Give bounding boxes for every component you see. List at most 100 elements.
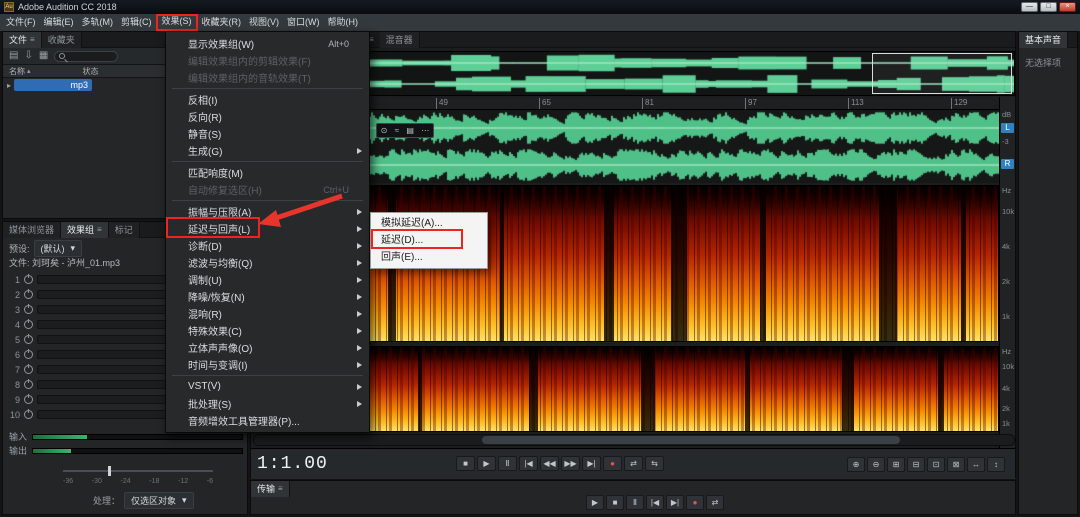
new-folder-icon[interactable]: ▦: [39, 51, 48, 61]
menu-item-reverse[interactable]: 反向(R): [166, 108, 369, 125]
clock-icon[interactable]: ⊙: [381, 124, 388, 137]
play-button[interactable]: ▶: [477, 456, 496, 471]
record-button[interactable]: ●: [686, 495, 704, 510]
zoom-in-vertical-button[interactable]: ⊡: [927, 457, 945, 472]
menu-favorites[interactable]: 收藏夹(R): [198, 15, 246, 30]
menu-item-edit-clip-effects[interactable]: 编辑效果组内的剪辑效果(F): [166, 52, 369, 69]
channel-right-badge[interactable]: R: [1001, 159, 1014, 169]
tab-markers[interactable]: 标记: [109, 222, 140, 238]
menu-multitrack[interactable]: 多轨(M): [78, 15, 118, 30]
zoom-full-button[interactable]: ↕: [987, 457, 1005, 472]
menu-item-analog-delay[interactable]: 模拟延迟(A)...: [371, 215, 487, 232]
menu-item-audio-plugin-manager[interactable]: 音频增效工具管理器(P)...: [166, 412, 369, 429]
time-display[interactable]: 1:1.00: [257, 454, 328, 474]
zoom-out-horizontal-button[interactable]: ⊟: [907, 457, 925, 472]
menu-edit[interactable]: 编辑(E): [40, 15, 78, 30]
menu-item-reverb[interactable]: 混响(R): [166, 305, 369, 322]
zoom-in-button[interactable]: ⊕: [847, 457, 865, 472]
scrollbar-handle[interactable]: [482, 436, 900, 444]
move-to-next-button[interactable]: ▶|: [666, 495, 684, 510]
power-icon[interactable]: [24, 410, 33, 419]
grid-icon[interactable]: ▤: [406, 124, 414, 137]
tab-files[interactable]: 文件≡: [3, 32, 42, 48]
menu-view[interactable]: 视图(V): [245, 15, 283, 30]
mix-slider-handle[interactable]: [108, 466, 111, 476]
power-icon[interactable]: [24, 275, 33, 284]
menu-item-stereo-imagery[interactable]: 立体声声像(O): [166, 339, 369, 356]
media-browser-icon[interactable]: ▤: [9, 51, 18, 61]
tab-transport[interactable]: 传输≡: [251, 481, 290, 497]
more-icon[interactable]: ⋯: [421, 124, 429, 137]
stop-button[interactable]: ■: [456, 456, 475, 471]
column-name[interactable]: 名称: [9, 66, 25, 77]
rewind-button[interactable]: ◀◀: [540, 456, 559, 471]
menu-item-auto-heal-selection[interactable]: 自动修复选区(H)Ctrl+U: [166, 181, 369, 198]
stop-button[interactable]: ■: [606, 495, 624, 510]
menu-window[interactable]: 窗口(W): [283, 15, 324, 30]
minimize-button[interactable]: —: [1021, 2, 1038, 12]
move-to-previous-button[interactable]: |◀: [646, 495, 664, 510]
move-to-next-button[interactable]: ▶|: [582, 456, 601, 471]
wave-icon[interactable]: ≈: [395, 124, 399, 137]
menu-item-edit-track-effects[interactable]: 编辑效果组内的音轨效果(T): [166, 69, 369, 86]
panel-menu-icon[interactable]: ≡: [278, 483, 283, 495]
zoom-selection-button[interactable]: ↔: [967, 457, 985, 472]
menu-item-match-loudness[interactable]: 匹配响度(M): [166, 164, 369, 181]
selected-file-name[interactable]: mp3: [14, 79, 92, 91]
menu-item-silence[interactable]: 静音(S): [166, 125, 369, 142]
panel-menu-icon[interactable]: ≡: [30, 34, 35, 46]
power-icon[interactable]: [24, 320, 33, 329]
close-button[interactable]: ×: [1059, 2, 1076, 12]
menu-item-special-effects[interactable]: 特殊效果(C): [166, 322, 369, 339]
horizontal-scrollbar[interactable]: [253, 434, 1015, 446]
power-icon[interactable]: [24, 305, 33, 314]
power-icon[interactable]: [24, 395, 33, 404]
menu-item-echo[interactable]: 回声(E)...: [371, 249, 487, 266]
menu-item-invert[interactable]: 反相(I): [166, 91, 369, 108]
tab-media-browser[interactable]: 媒体浏览器: [3, 222, 61, 238]
zoom-out-button[interactable]: ⊖: [867, 457, 885, 472]
zoom-out-vertical-button[interactable]: ⊠: [947, 457, 965, 472]
expand-caret-icon[interactable]: ▸: [7, 81, 11, 90]
menu-item-diagnostics[interactable]: 诊断(D): [166, 237, 369, 254]
pause-button[interactable]: Ⅱ: [498, 456, 517, 471]
mix-slider-track[interactable]: [63, 470, 213, 472]
column-status[interactable]: 状态: [83, 66, 99, 77]
menu-item-generate[interactable]: 生成(G): [166, 142, 369, 159]
menu-item-delay[interactable]: 延迟(D)...: [371, 232, 487, 249]
menu-help[interactable]: 帮助(H): [324, 15, 363, 30]
menu-clip[interactable]: 剪辑(C): [117, 15, 156, 30]
fast-forward-button[interactable]: ▶▶: [561, 456, 580, 471]
menu-item-amplitude-compression[interactable]: 振幅与压限(A): [166, 203, 369, 220]
menu-item-time-and-pitch[interactable]: 时间与变调(I): [166, 356, 369, 373]
power-icon[interactable]: [24, 290, 33, 299]
maximize-button[interactable]: □: [1040, 2, 1057, 12]
record-button[interactable]: ●: [603, 456, 622, 471]
loop-button[interactable]: ⇄: [706, 495, 724, 510]
view-indicator[interactable]: [872, 53, 1012, 94]
menu-item-delay-and-echo[interactable]: 延迟与回声(L): [166, 220, 369, 237]
menu-item-show-effects-rack[interactable]: 显示效果组(W)Alt+0: [166, 35, 369, 52]
move-to-previous-button[interactable]: |◀: [519, 456, 538, 471]
tab-mixer[interactable]: 混音器: [380, 32, 420, 48]
panel-menu-icon[interactable]: ≡: [97, 224, 102, 236]
channel-left-badge[interactable]: L: [1001, 123, 1014, 133]
play-button[interactable]: ▶: [586, 495, 604, 510]
loop-button[interactable]: ⇄: [624, 456, 643, 471]
power-icon[interactable]: [24, 380, 33, 389]
pause-button[interactable]: Ⅱ: [626, 495, 644, 510]
power-icon[interactable]: [24, 335, 33, 344]
skip-selection-button[interactable]: ⇆: [645, 456, 664, 471]
menu-item-batch-process[interactable]: 批处理(S): [166, 395, 369, 412]
process-dropdown[interactable]: 仅选区对象▾: [124, 492, 194, 509]
tab-essential-sound[interactable]: 基本声音: [1019, 32, 1068, 48]
menu-item-modulation[interactable]: 调制(U): [166, 271, 369, 288]
tab-effects-rack[interactable]: 效果组≡: [61, 222, 109, 238]
menu-item-filter-and-eq[interactable]: 滤波与均衡(Q): [166, 254, 369, 271]
menu-item-noise-reduction[interactable]: 降噪/恢复(N): [166, 288, 369, 305]
menu-item-vst[interactable]: VST(V): [166, 378, 369, 395]
menu-file[interactable]: 文件(F): [2, 15, 40, 30]
power-icon[interactable]: [24, 365, 33, 374]
search-input[interactable]: [54, 51, 118, 62]
menu-effects[interactable]: 效果(S): [156, 14, 198, 31]
